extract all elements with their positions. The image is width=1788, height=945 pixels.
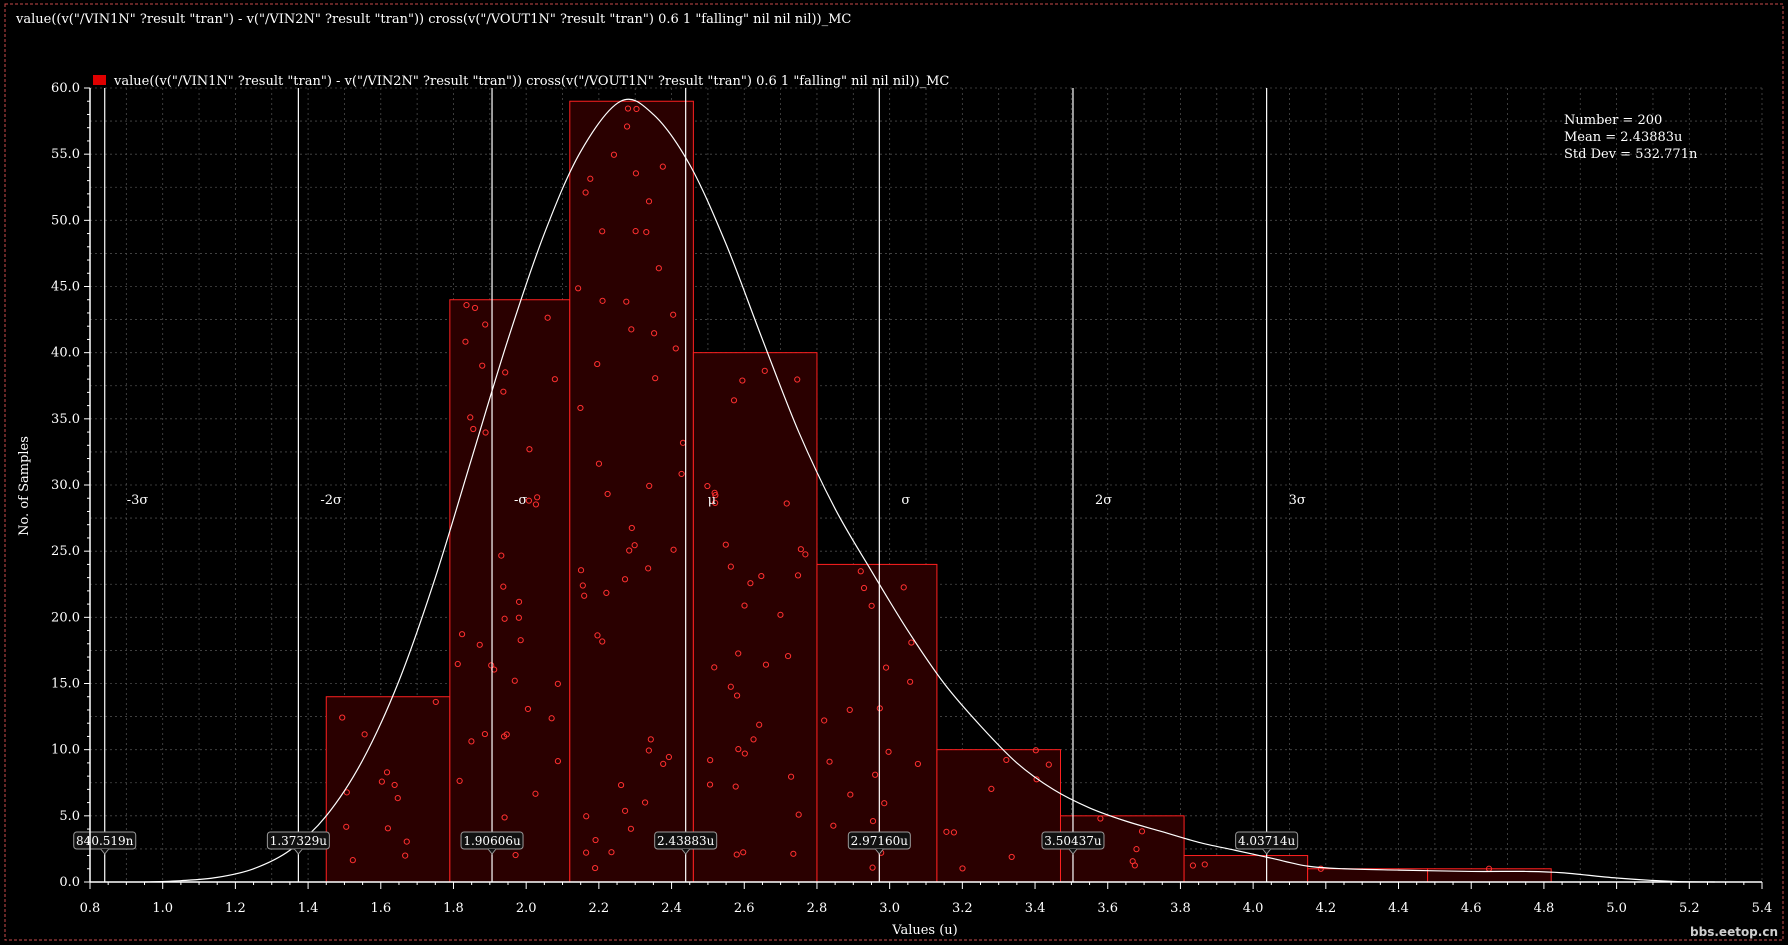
sigma-value-label: 3.50437u <box>1044 834 1102 848</box>
y-tick-label: 50.0 <box>51 213 80 228</box>
sigma-label: -2σ <box>320 493 342 508</box>
x-tick-label: 3.4 <box>1025 901 1046 916</box>
y-tick-label: 45.0 <box>51 280 80 295</box>
x-tick-label: 3.6 <box>1097 901 1118 916</box>
sigma-label: μ <box>708 493 716 508</box>
y-tick-label: 5.0 <box>59 809 80 824</box>
y-tick-label: 10.0 <box>51 743 80 758</box>
x-tick-label: 4.6 <box>1461 901 1482 916</box>
x-tick-label: 4.8 <box>1534 901 1555 916</box>
sigma-value-pointer <box>100 848 110 855</box>
x-tick-label: 4.0 <box>1243 901 1264 916</box>
stats-mean: Mean = 2.43883u <box>1564 130 1682 145</box>
y-tick-label: 35.0 <box>51 412 80 427</box>
x-tick-label: 4.2 <box>1315 901 1336 916</box>
legend-label: value((v("/VIN1N" ?result "tran") - v("/… <box>113 74 949 89</box>
sigma-label: 3σ <box>1289 493 1306 508</box>
sigma-label: -σ <box>514 493 527 508</box>
x-tick-label: 5.0 <box>1606 901 1627 916</box>
x-tick-label: 1.4 <box>298 901 319 916</box>
sigma-value-pointer <box>293 848 303 855</box>
legend-swatch <box>93 75 106 85</box>
stats-number: Number = 200 <box>1564 113 1662 128</box>
histogram-window: value((v("/VIN1N" ?result "tran") - v("/… <box>0 0 1788 945</box>
x-axis-label: Values (u) <box>891 923 958 938</box>
x-tick-label: 1.2 <box>225 901 246 916</box>
x-tick-label: 1.8 <box>443 901 464 916</box>
y-axis-label: No. of Samples <box>17 436 32 536</box>
y-tick-label: 60.0 <box>51 81 80 96</box>
sigma-label: -3σ <box>127 493 149 508</box>
sigma-value-label: 840.519n <box>76 834 134 848</box>
x-tick-label: 2.2 <box>589 901 610 916</box>
x-tick-label: 3.2 <box>952 901 973 916</box>
y-tick-label: 15.0 <box>51 677 80 692</box>
stats-box: Number = 200 Mean = 2.43883u Std Dev = 5… <box>1564 113 1698 162</box>
x-tick-label: 3.0 <box>879 901 900 916</box>
x-tick-label: 4.4 <box>1388 901 1409 916</box>
y-tick-label: 55.0 <box>51 147 80 162</box>
x-tick-label: 1.6 <box>370 901 391 916</box>
x-tick-label: 1.0 <box>152 901 173 916</box>
sigma-value-label: 4.03714u <box>1238 834 1296 848</box>
x-tick-label: 2.8 <box>807 901 828 916</box>
histogram-plot[interactable]: -3σ 840.519n -2σ 1.37329u -σ 1.90606u μ 2.43883… <box>0 0 1788 945</box>
histogram-bar <box>449 299 571 883</box>
y-tick-label: 40.0 <box>51 346 80 361</box>
sigma-value-label: 2.97160u <box>851 834 909 848</box>
watermark: bbs.eetop.cn <box>1690 925 1778 939</box>
histogram-bars <box>325 100 1552 883</box>
x-tick-label: 5.4 <box>1752 901 1773 916</box>
histogram-bar <box>1183 855 1309 883</box>
stats-std: Std Dev = 532.771n <box>1564 147 1698 162</box>
sigma-label: 2σ <box>1095 493 1112 508</box>
x-tick-label: 5.2 <box>1679 901 1700 916</box>
sigma-label: σ <box>901 493 910 508</box>
histogram-bar <box>569 100 694 883</box>
x-tick-label: 2.6 <box>734 901 755 916</box>
y-tick-label: 0.0 <box>59 875 80 890</box>
sigma-value-pointer <box>1262 848 1272 855</box>
sigma-value-label: 2.43883u <box>657 834 715 848</box>
sigma-value-label: 1.37329u <box>270 834 328 848</box>
x-tick-label: 2.4 <box>661 901 682 916</box>
histogram-bar <box>936 749 1061 883</box>
sigma-value-label: 1.90606u <box>463 834 521 848</box>
x-tick-label: 3.8 <box>1170 901 1191 916</box>
y-tick-label: 20.0 <box>51 610 80 625</box>
x-tick-label: 0.8 <box>80 901 101 916</box>
legend: value((v("/VIN1N" ?result "tran") - v("/… <box>93 74 949 89</box>
y-tick-label: 25.0 <box>51 544 80 559</box>
y-tick-label: 30.0 <box>51 478 80 493</box>
x-tick-label: 2.0 <box>516 901 537 916</box>
